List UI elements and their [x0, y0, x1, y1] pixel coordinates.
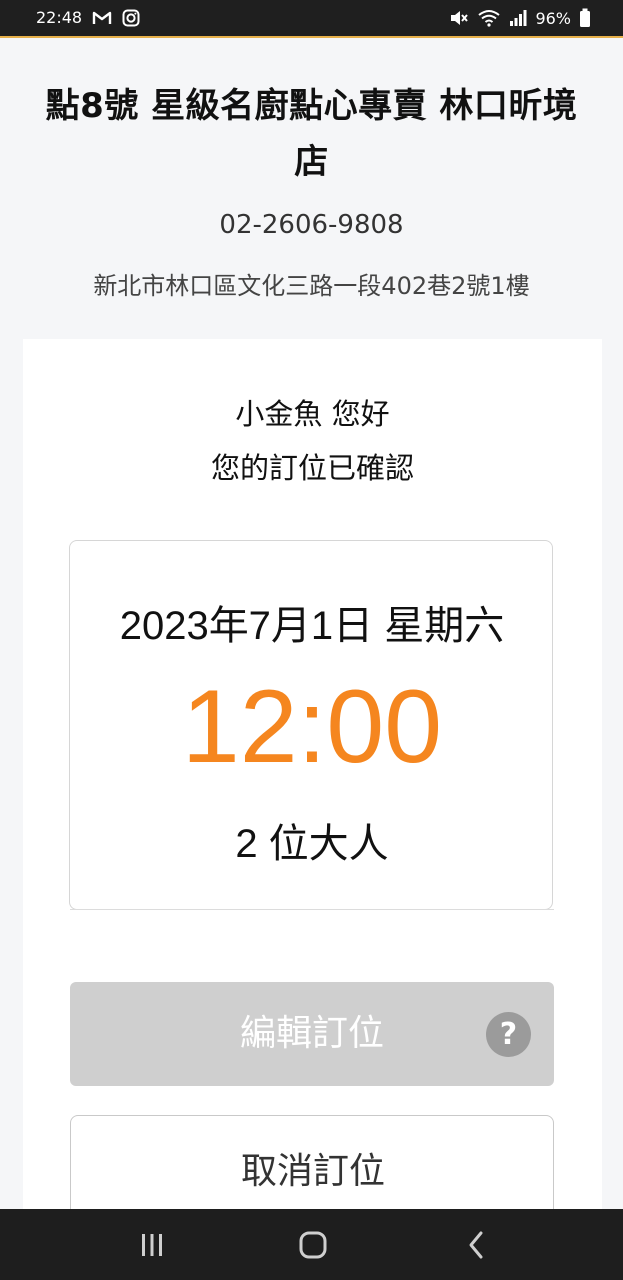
- system-nav-bar: [0, 1209, 623, 1280]
- wifi-icon: [477, 9, 501, 27]
- instagram-icon: [122, 9, 140, 27]
- recent-apps-icon[interactable]: [132, 1227, 172, 1263]
- party-size: 2 位大人: [235, 822, 389, 866]
- signal-icon: [509, 9, 527, 27]
- gmail-icon: [92, 10, 112, 26]
- reservation-time: 12:00: [181, 669, 443, 785]
- status-left: 22:48: [36, 8, 140, 27]
- cancel-reservation-label: 取消訂位: [240, 1151, 385, 1192]
- battery-icon: [579, 8, 591, 28]
- edit-reservation-button[interactable]: 編輯訂位 ?: [70, 982, 554, 1086]
- restaurant-phone[interactable]: 02-2606-9808: [0, 210, 623, 240]
- restaurant-name: 點8號 星級名廚點心專賣 林口昕境店: [45, 86, 578, 182]
- reservation-date: 2023年7月1日 星期六: [119, 604, 505, 648]
- restaurant-header: 點8號 星級名廚點心專賣 林口昕境店 02-2606-9808 新北市林口區文化…: [0, 38, 623, 339]
- help-icon[interactable]: ?: [486, 1012, 531, 1057]
- status-time: 22:48: [36, 8, 83, 27]
- battery-percent: 96%: [535, 8, 571, 28]
- reservation-card: 2023年7月1日 星期六 12:00 2 位大人: [69, 540, 554, 910]
- greeting-line: 小金魚 您好: [235, 397, 390, 431]
- status-right: 96%: [449, 8, 591, 28]
- restaurant-address[interactable]: 新北市林口區文化三路一段402巷2號1樓: [0, 266, 623, 301]
- back-icon[interactable]: [456, 1227, 496, 1263]
- status-bar: 22:48 96%: [0, 0, 623, 38]
- card-divider: [70, 909, 554, 910]
- edit-reservation-label: 編輯訂位: [239, 1013, 384, 1054]
- home-icon[interactable]: [293, 1227, 333, 1263]
- reservation-panel: 小金魚 您好 您的訂位已確認 2023年7月1日 星期六 12:00 2 位大人…: [23, 339, 602, 1235]
- confirmation-line: 您的訂位已確認: [210, 451, 414, 485]
- mute-icon: [449, 9, 469, 27]
